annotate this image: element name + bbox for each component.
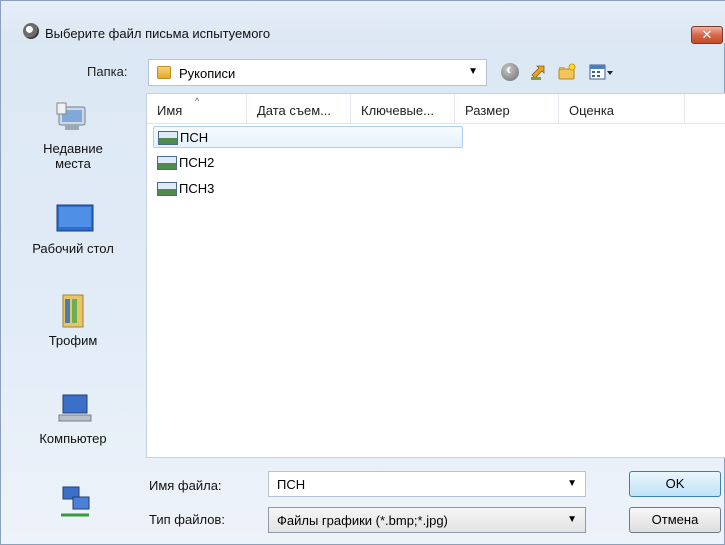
computer-icon xyxy=(55,391,92,425)
folder-label: Папка: xyxy=(87,64,128,79)
place-desktop[interactable]: Рабочий стол xyxy=(9,201,137,256)
folder-icon xyxy=(157,66,171,79)
folder-dropdown[interactable]: Рукописи ▼ xyxy=(148,59,487,86)
column-keywords[interactable]: Ключевые... xyxy=(351,94,455,124)
column-header-row: Имя ^ Дата съем... Ключевые... Размер Оц… xyxy=(147,94,725,124)
file-name: ПСН xyxy=(180,130,209,145)
filetype-value: Файлы графики (*.bmp;*.jpg) xyxy=(277,513,448,528)
close-button[interactable]: ✕ xyxy=(691,26,723,44)
column-name-label: Имя xyxy=(157,103,183,118)
user-folder-icon xyxy=(55,293,91,328)
file-row[interactable]: ПСН xyxy=(153,126,463,148)
title-bar: Выберите файл письма испытуемого ✕ xyxy=(1,1,725,44)
column-rating[interactable]: Оценка xyxy=(559,94,685,124)
column-date[interactable]: Дата съем... xyxy=(247,94,351,124)
ok-button[interactable]: OK xyxy=(629,471,721,497)
place-label: Компьютер xyxy=(39,431,107,446)
file-row[interactable]: ПСН2 xyxy=(153,152,463,174)
file-row[interactable]: ПСН3 xyxy=(153,178,463,200)
place-user[interactable]: Трофим xyxy=(9,293,137,348)
file-list[interactable]: Имя ^ Дата съем... Ключевые... Размер Оц… xyxy=(146,93,725,458)
column-name[interactable]: Имя ^ xyxy=(147,94,247,124)
filetype-label: Тип файлов: xyxy=(149,512,225,527)
place-network[interactable] xyxy=(9,485,137,525)
recent-places-icon xyxy=(55,101,91,135)
place-label: Рабочий стол xyxy=(32,241,114,256)
place-label-line2: места xyxy=(55,156,91,171)
network-icon xyxy=(55,485,91,519)
place-recent[interactable]: Недавние места xyxy=(9,101,137,171)
place-computer[interactable]: Компьютер xyxy=(9,391,137,446)
desktop-icon xyxy=(55,201,94,235)
dialog-app-icon xyxy=(23,23,39,39)
back-icon[interactable] xyxy=(501,61,519,81)
filename-input[interactable]: ПСН ▼ xyxy=(268,471,586,497)
place-label: Недавние xyxy=(43,141,103,156)
up-folder-icon[interactable] xyxy=(529,63,547,81)
places-bar: Недавние места Рабочий стол Трофим Компь… xyxy=(9,93,137,538)
filename-value: ПСН xyxy=(277,477,306,492)
column-size[interactable]: Размер xyxy=(455,94,559,124)
folder-current: Рукописи xyxy=(179,66,236,81)
image-file-icon xyxy=(158,131,178,145)
file-open-dialog: Выберите файл письма испытуемого ✕ Папка… xyxy=(0,0,725,545)
chevron-down-icon[interactable]: ▼ xyxy=(567,478,577,489)
file-name: ПСН2 xyxy=(179,155,215,170)
place-label: Трофим xyxy=(48,333,98,348)
cancel-button[interactable]: Отмена xyxy=(629,507,721,533)
image-file-icon xyxy=(157,156,177,170)
chevron-down-icon[interactable]: ▼ xyxy=(567,514,577,525)
sort-ascending-icon: ^ xyxy=(195,96,200,106)
new-folder-icon[interactable] xyxy=(557,63,576,81)
file-name: ПСН3 xyxy=(179,181,215,196)
filetype-dropdown[interactable]: Файлы графики (*.bmp;*.jpg) ▼ xyxy=(268,507,586,533)
views-menu-icon[interactable] xyxy=(589,63,613,81)
dialog-title: Выберите файл письма испытуемого xyxy=(45,26,271,41)
image-file-icon xyxy=(157,182,177,196)
chevron-down-icon[interactable]: ▼ xyxy=(468,66,478,77)
filename-label: Имя файла: xyxy=(149,478,222,493)
